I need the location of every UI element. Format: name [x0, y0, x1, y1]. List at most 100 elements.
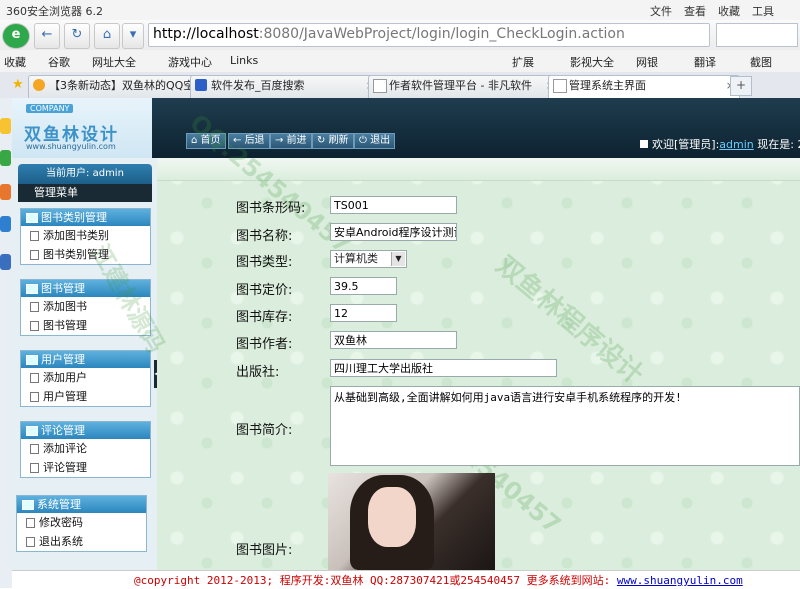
- book-type-select[interactable]: 计算机类 ▼: [330, 250, 407, 268]
- sidebar-tool-icon[interactable]: [0, 184, 11, 200]
- menu-item-label: 退出系统: [39, 535, 83, 548]
- publisher-field[interactable]: 四川理工大学出版社: [330, 359, 557, 377]
- fav-google[interactable]: 谷歌: [48, 54, 70, 70]
- tab-label: 【3条新动态】双鱼林的QQ空: [49, 79, 195, 92]
- favorites-label[interactable]: 收藏: [4, 54, 26, 70]
- menu-group-header[interactable]: 用户管理: [21, 351, 150, 368]
- current-user-bar: 当前用户: admin: [18, 164, 152, 184]
- back-icon[interactable]: ←: [34, 23, 60, 49]
- qq-icon: [33, 79, 45, 91]
- folder-icon: [26, 426, 38, 436]
- tool-screenshot[interactable]: 截图: [750, 54, 772, 70]
- author-label: 图书作者:: [236, 337, 293, 352]
- menu-item-add-book-category[interactable]: 添加图书类别: [21, 226, 150, 245]
- menu-favorites[interactable]: 收藏: [718, 3, 740, 19]
- dropdown-icon[interactable]: ▾: [122, 23, 144, 49]
- price-field[interactable]: 39.5: [330, 277, 397, 295]
- book-type-value: 计算机类: [334, 252, 378, 265]
- forward-button-label: 前进: [286, 135, 307, 146]
- menu-tools[interactable]: 工具: [752, 3, 774, 19]
- group-title: 系统管理: [37, 498, 81, 511]
- menu-item-label: 评论管理: [43, 461, 87, 474]
- menu-item-book-manage[interactable]: 图书管理: [21, 316, 150, 335]
- menu-item-change-password[interactable]: 修改密码: [17, 513, 146, 532]
- app-header: COMPANY 双鱼林设计 www.shuangyulin.com ⌂ 首页 ←…: [12, 98, 800, 158]
- tab-admin-main[interactable]: 管理系统主界面 ×: [548, 75, 740, 98]
- home-icon[interactable]: ⌂: [94, 23, 120, 49]
- forward-button[interactable]: → 前进: [270, 133, 312, 149]
- photo-face: [368, 487, 416, 547]
- menu-item-comment-manage[interactable]: 评论管理: [21, 458, 150, 477]
- menu-item-user-manage[interactable]: 用户管理: [21, 387, 150, 406]
- menu-group-book-category: 图书类别管理 添加图书类别 图书类别管理: [20, 208, 151, 265]
- menu-item-exit-system[interactable]: 退出系统: [17, 532, 146, 551]
- home-button-label: 首页: [200, 135, 221, 146]
- logout-button[interactable]: ⏻ 退出: [354, 133, 396, 149]
- menu-item-add-comment[interactable]: 添加评论: [21, 439, 150, 458]
- search-input[interactable]: [716, 23, 798, 47]
- admin-link[interactable]: admin: [719, 138, 753, 151]
- menu-group-header[interactable]: 图书管理: [21, 280, 150, 297]
- menu-group-header[interactable]: 图书类别管理: [21, 209, 150, 226]
- page-icon: [30, 444, 39, 454]
- home-button[interactable]: ⌂ 首页: [186, 133, 226, 149]
- author-field[interactable]: 双鱼林: [330, 331, 457, 349]
- menu-item-label: 添加图书类别: [43, 229, 109, 242]
- page-icon: [30, 463, 39, 473]
- new-tab-button[interactable]: +: [730, 76, 752, 96]
- menu-file[interactable]: 文件: [650, 3, 672, 19]
- footer-text: @copyright 2012-2013; 程序开发:双鱼林 QQ:287307…: [134, 574, 611, 587]
- page-icon: [30, 392, 39, 402]
- fav-url-directory[interactable]: 网址大全: [92, 54, 136, 70]
- tool-bank[interactable]: 网银: [636, 54, 658, 70]
- star-icon[interactable]: ★: [12, 77, 24, 92]
- tab-author-platform[interactable]: 作者软件管理平台 - 非凡软件 ×: [368, 75, 560, 98]
- tab-bar: ★ 【3条新动态】双鱼林的QQ空 × 软件发布_百度搜索 × 作者软件管理平台 …: [0, 72, 800, 99]
- menu-item-add-user[interactable]: 添加用户: [21, 368, 150, 387]
- refresh-icon[interactable]: ↻: [64, 23, 90, 49]
- menu-item-label: 修改密码: [39, 516, 83, 529]
- tool-video[interactable]: 影视大全: [570, 54, 614, 70]
- address-bar[interactable]: http://localhost:8080/JavaWebProject/log…: [148, 23, 710, 47]
- welcome-prefix: 欢迎[管理员]:: [652, 138, 720, 151]
- sidebar-tool-icon[interactable]: [0, 118, 11, 134]
- refresh-button-label: 刷新: [328, 135, 349, 146]
- logo: COMPANY 双鱼林设计 www.shuangyulin.com: [12, 98, 152, 158]
- page-icon: [373, 79, 387, 93]
- group-title: 图书类别管理: [41, 211, 107, 224]
- menu-item-add-book[interactable]: 添加图书: [21, 297, 150, 316]
- sidebar-tool-icon[interactable]: [0, 254, 11, 270]
- menu-view[interactable]: 查看: [684, 3, 706, 19]
- content-top-bar: [157, 158, 800, 181]
- description-textarea[interactable]: 从基础到高级,全面讲解如何用java语言进行安卓手机系统程序的开发!: [330, 386, 800, 466]
- page-icon: [26, 537, 35, 547]
- menu-group-header[interactable]: 系统管理: [17, 496, 146, 513]
- tab-baidu[interactable]: 软件发布_百度搜索 ×: [190, 75, 380, 98]
- sidebar-tool-icon[interactable]: [0, 216, 11, 232]
- footer-site-link[interactable]: www.shuangyulin.com: [617, 574, 743, 587]
- left-menu: 当前用户: admin 管理菜单 图书类别管理 添加图书类别 图书类别管理 图书…: [12, 158, 158, 588]
- book-photo: [328, 473, 495, 570]
- folder-icon: [26, 355, 38, 365]
- back-button[interactable]: ← 后退: [228, 133, 270, 149]
- fav-game-center[interactable]: 游戏中心: [168, 54, 212, 70]
- menu-group-header[interactable]: 评论管理: [21, 422, 150, 439]
- menu-item-book-category-manage[interactable]: 图书类别管理: [21, 245, 150, 264]
- group-title: 图书管理: [41, 282, 85, 295]
- fav-links[interactable]: Links: [230, 54, 258, 67]
- barcode-label: 图书条形码:: [236, 201, 306, 216]
- publisher-label: 出版社:: [236, 365, 280, 380]
- tool-translate[interactable]: 翻译: [694, 54, 716, 70]
- price-label: 图书定价:: [236, 283, 293, 298]
- book-name-field[interactable]: 安卓Android程序设计测试: [330, 223, 457, 241]
- stock-field[interactable]: 12: [330, 304, 397, 322]
- barcode-field[interactable]: TS001: [330, 196, 457, 214]
- page-icon: [30, 321, 39, 331]
- sidebar-tool-icon[interactable]: [0, 150, 11, 166]
- page-icon: [30, 231, 39, 241]
- refresh-button[interactable]: ↻ 刷新: [312, 133, 354, 149]
- tab-qq-space[interactable]: 【3条新动态】双鱼林的QQ空 ×: [28, 75, 200, 98]
- tool-extensions[interactable]: 扩展: [512, 54, 534, 70]
- menu-group-user: 用户管理 添加用户 用户管理: [20, 350, 151, 407]
- brand-url: www.shuangyulin.com: [26, 142, 116, 151]
